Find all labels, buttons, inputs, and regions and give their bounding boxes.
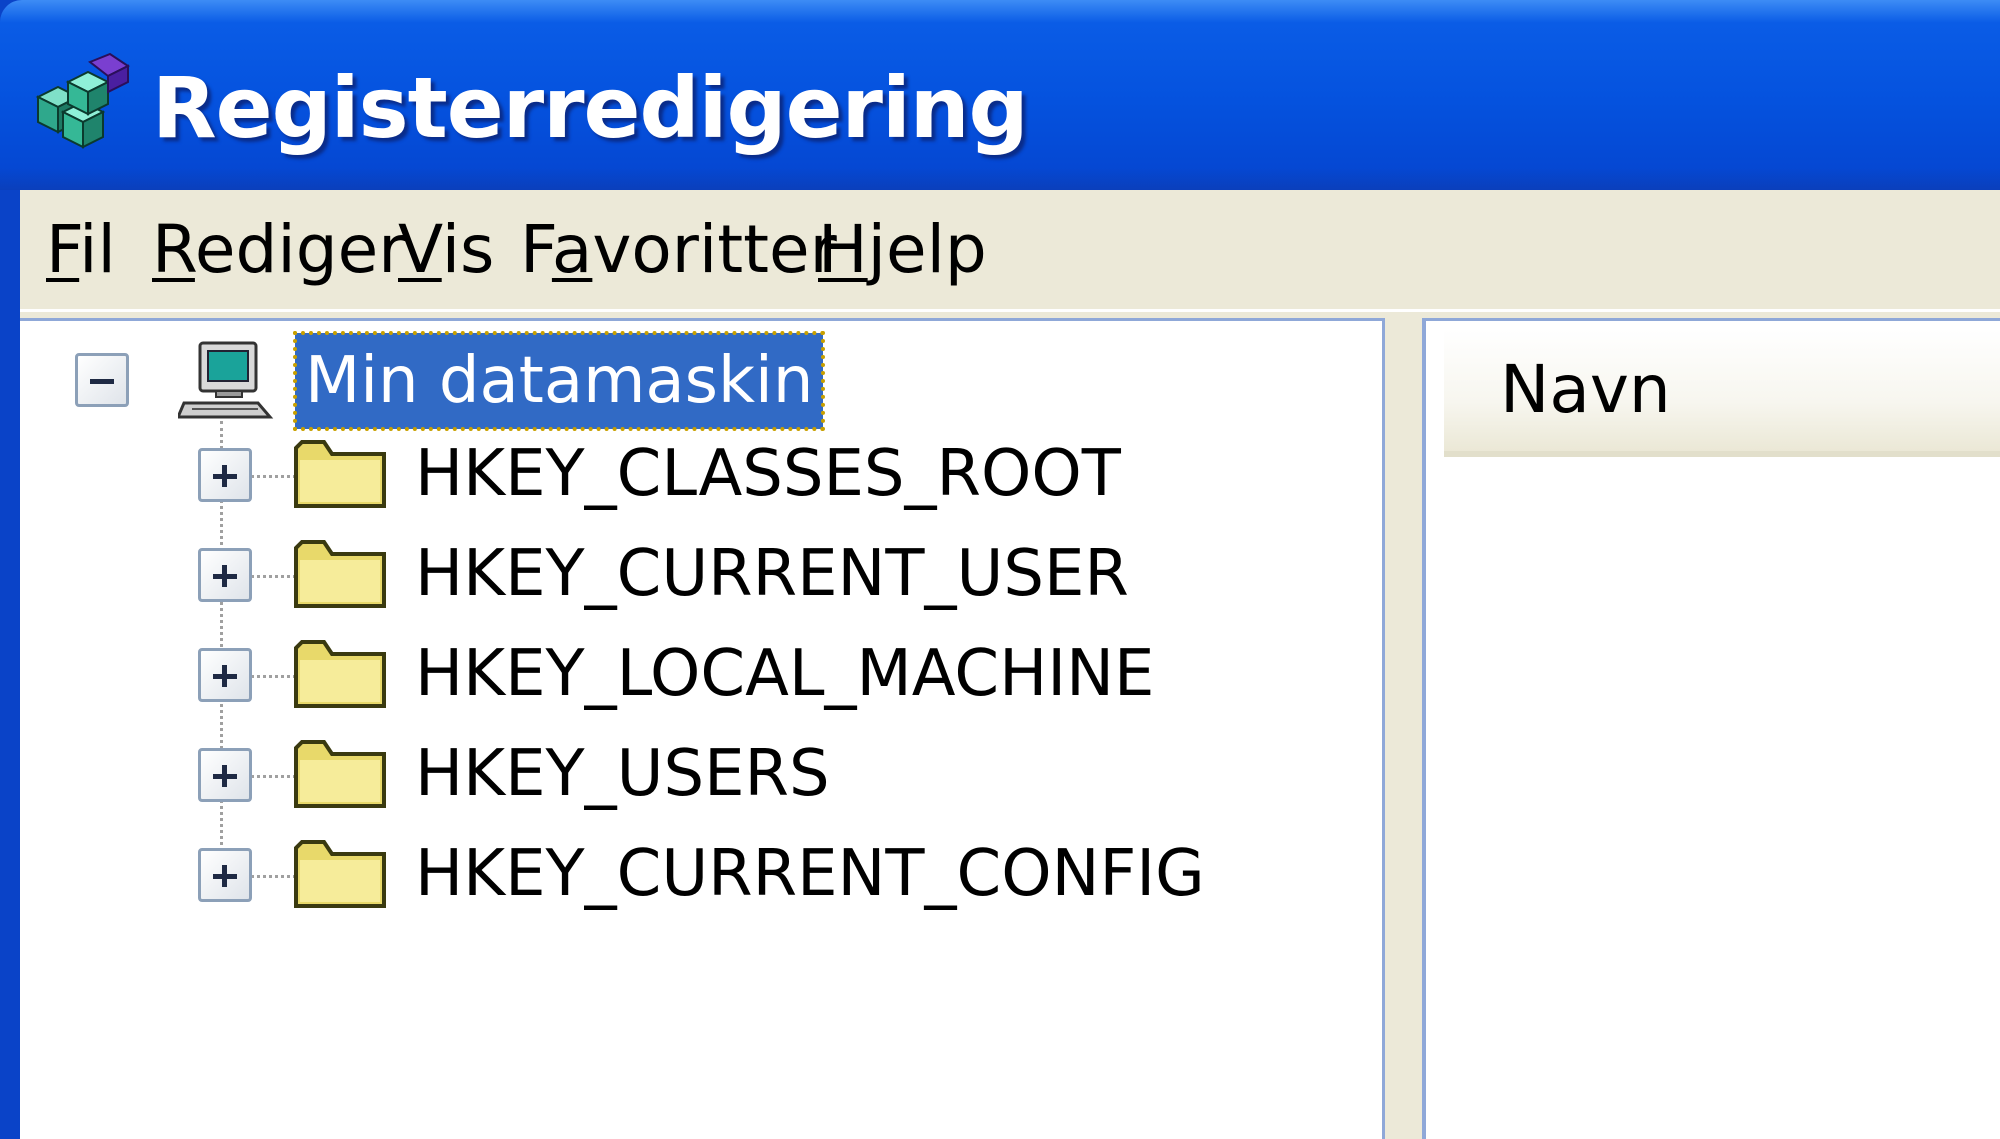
computer-icon (178, 341, 274, 419)
pane-splitter[interactable] (1388, 318, 1422, 1139)
folder-icon (294, 540, 386, 608)
menu-favoritter[interactable]: Favoritter (512, 202, 845, 298)
tree-item-label[interactable]: HKEY_CURRENT_USER (415, 529, 1129, 619)
folder-icon (294, 640, 386, 708)
folder-icon (294, 440, 386, 508)
window-title: Registerredigering (152, 59, 1029, 157)
collapse-root-button[interactable] (75, 353, 129, 407)
tree-item-label[interactable]: HKEY_USERS (415, 729, 830, 819)
title-bar[interactable]: Registerredigering (0, 0, 2000, 190)
menu-hjelp[interactable]: Hjelp (810, 202, 995, 298)
folder-icon (294, 840, 386, 908)
tree-item-label[interactable]: HKEY_CURRENT_CONFIG (415, 829, 1205, 919)
expand-hkey-current-config-button[interactable] (198, 848, 252, 902)
expand-hkey-classes-root-button[interactable] (198, 448, 252, 502)
expand-hkey-current-user-button[interactable] (198, 548, 252, 602)
column-header-navn[interactable]: Navn (1444, 329, 2000, 457)
menu-fil[interactable]: Fil (38, 202, 124, 298)
expand-hkey-users-button[interactable] (198, 748, 252, 802)
folder-icon (294, 740, 386, 808)
main-window: Fil Rediger Vis Favoritter Hjelp Min dat… (20, 190, 2000, 1139)
tree-item-label[interactable]: HKEY_LOCAL_MACHINE (415, 629, 1154, 719)
tree-root-label[interactable]: Min datamaskin (292, 331, 826, 431)
regedit-icon (35, 52, 130, 149)
expand-hkey-local-machine-button[interactable] (198, 648, 252, 702)
tree-item-label[interactable]: HKEY_CLASSES_ROOT (415, 429, 1121, 519)
menu-bar: Fil Rediger Vis Favoritter Hjelp (20, 190, 2000, 312)
values-list-pane[interactable]: Navn (1422, 318, 2000, 1139)
menu-rediger[interactable]: Rediger (144, 202, 413, 298)
column-header-label: Navn (1500, 351, 1671, 428)
tree-pane[interactable]: Min datamaskin HKEY_CLASSES_ROOT HKEY_CU… (20, 318, 1385, 1139)
menu-vis[interactable]: Vis (390, 202, 502, 298)
